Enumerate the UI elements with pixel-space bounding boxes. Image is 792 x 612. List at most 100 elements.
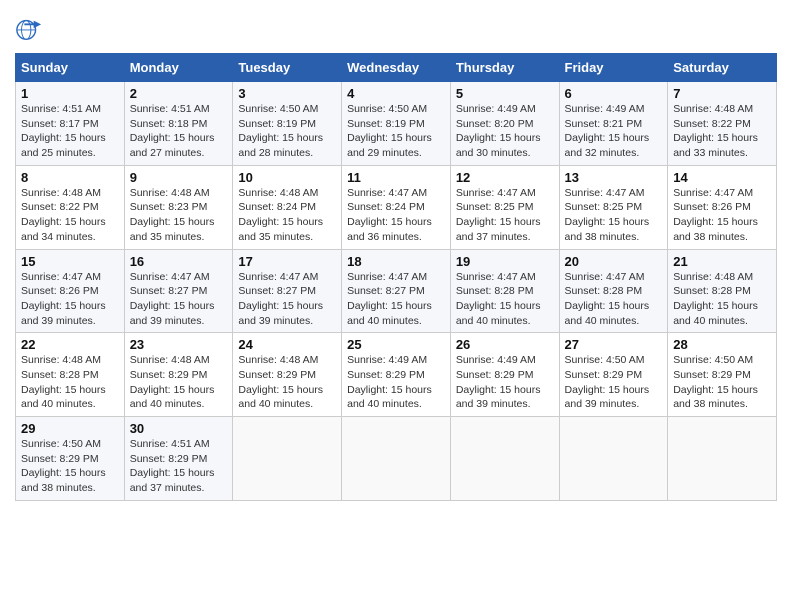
day-number: 28 (673, 337, 771, 352)
day-info: Sunrise: 4:50 AMSunset: 8:29 PMDaylight:… (565, 354, 650, 410)
day-number: 14 (673, 170, 771, 185)
calendar-cell: 18 Sunrise: 4:47 AMSunset: 8:27 PMDaylig… (342, 249, 451, 333)
day-number: 24 (238, 337, 336, 352)
calendar-cell: 24 Sunrise: 4:48 AMSunset: 8:29 PMDaylig… (233, 333, 342, 417)
day-info: Sunrise: 4:50 AMSunset: 8:29 PMDaylight:… (21, 438, 106, 494)
day-number: 19 (456, 254, 554, 269)
day-number: 12 (456, 170, 554, 185)
day-info: Sunrise: 4:47 AMSunset: 8:25 PMDaylight:… (456, 187, 541, 243)
calendar-cell: 17 Sunrise: 4:47 AMSunset: 8:27 PMDaylig… (233, 249, 342, 333)
day-info: Sunrise: 4:49 AMSunset: 8:29 PMDaylight:… (347, 354, 432, 410)
calendar-cell: 25 Sunrise: 4:49 AMSunset: 8:29 PMDaylig… (342, 333, 451, 417)
day-info: Sunrise: 4:47 AMSunset: 8:27 PMDaylight:… (238, 271, 323, 327)
calendar-cell: 21 Sunrise: 4:48 AMSunset: 8:28 PMDaylig… (668, 249, 777, 333)
day-info: Sunrise: 4:51 AMSunset: 8:17 PMDaylight:… (21, 103, 106, 159)
day-info: Sunrise: 4:48 AMSunset: 8:24 PMDaylight:… (238, 187, 323, 243)
calendar-cell (233, 417, 342, 501)
calendar-cell: 7 Sunrise: 4:48 AMSunset: 8:22 PMDayligh… (668, 82, 777, 166)
calendar-cell: 3 Sunrise: 4:50 AMSunset: 8:19 PMDayligh… (233, 82, 342, 166)
calendar-week-1: 1 Sunrise: 4:51 AMSunset: 8:17 PMDayligh… (16, 82, 777, 166)
day-number: 15 (21, 254, 119, 269)
day-info: Sunrise: 4:51 AMSunset: 8:29 PMDaylight:… (130, 438, 215, 494)
day-number: 22 (21, 337, 119, 352)
day-info: Sunrise: 4:48 AMSunset: 8:22 PMDaylight:… (673, 103, 758, 159)
calendar-cell: 23 Sunrise: 4:48 AMSunset: 8:29 PMDaylig… (124, 333, 233, 417)
day-info: Sunrise: 4:48 AMSunset: 8:28 PMDaylight:… (21, 354, 106, 410)
header-row: SundayMondayTuesdayWednesdayThursdayFrid… (16, 54, 777, 82)
day-info: Sunrise: 4:50 AMSunset: 8:19 PMDaylight:… (238, 103, 323, 159)
calendar-week-5: 29 Sunrise: 4:50 AMSunset: 8:29 PMDaylig… (16, 417, 777, 501)
day-number: 8 (21, 170, 119, 185)
calendar-cell: 22 Sunrise: 4:48 AMSunset: 8:28 PMDaylig… (16, 333, 125, 417)
calendar-cell: 13 Sunrise: 4:47 AMSunset: 8:25 PMDaylig… (559, 165, 668, 249)
day-number: 21 (673, 254, 771, 269)
day-info: Sunrise: 4:48 AMSunset: 8:23 PMDaylight:… (130, 187, 215, 243)
logo-icon (15, 15, 43, 43)
calendar-cell: 30 Sunrise: 4:51 AMSunset: 8:29 PMDaylig… (124, 417, 233, 501)
calendar-cell: 27 Sunrise: 4:50 AMSunset: 8:29 PMDaylig… (559, 333, 668, 417)
day-number: 3 (238, 86, 336, 101)
day-number: 30 (130, 421, 228, 436)
day-info: Sunrise: 4:50 AMSunset: 8:29 PMDaylight:… (673, 354, 758, 410)
calendar-cell: 11 Sunrise: 4:47 AMSunset: 8:24 PMDaylig… (342, 165, 451, 249)
calendar-week-3: 15 Sunrise: 4:47 AMSunset: 8:26 PMDaylig… (16, 249, 777, 333)
day-info: Sunrise: 4:48 AMSunset: 8:29 PMDaylight:… (238, 354, 323, 410)
calendar-cell: 26 Sunrise: 4:49 AMSunset: 8:29 PMDaylig… (450, 333, 559, 417)
day-number: 13 (565, 170, 663, 185)
day-number: 11 (347, 170, 445, 185)
calendar-week-4: 22 Sunrise: 4:48 AMSunset: 8:28 PMDaylig… (16, 333, 777, 417)
day-info: Sunrise: 4:51 AMSunset: 8:18 PMDaylight:… (130, 103, 215, 159)
calendar-cell: 12 Sunrise: 4:47 AMSunset: 8:25 PMDaylig… (450, 165, 559, 249)
calendar-cell: 29 Sunrise: 4:50 AMSunset: 8:29 PMDaylig… (16, 417, 125, 501)
calendar-cell (559, 417, 668, 501)
calendar-cell: 28 Sunrise: 4:50 AMSunset: 8:29 PMDaylig… (668, 333, 777, 417)
calendar-cell (668, 417, 777, 501)
day-info: Sunrise: 4:47 AMSunset: 8:27 PMDaylight:… (130, 271, 215, 327)
day-number: 27 (565, 337, 663, 352)
calendar-week-2: 8 Sunrise: 4:48 AMSunset: 8:22 PMDayligh… (16, 165, 777, 249)
day-number: 20 (565, 254, 663, 269)
calendar-cell: 16 Sunrise: 4:47 AMSunset: 8:27 PMDaylig… (124, 249, 233, 333)
day-number: 9 (130, 170, 228, 185)
day-info: Sunrise: 4:50 AMSunset: 8:19 PMDaylight:… (347, 103, 432, 159)
day-info: Sunrise: 4:47 AMSunset: 8:26 PMDaylight:… (673, 187, 758, 243)
day-info: Sunrise: 4:47 AMSunset: 8:28 PMDaylight:… (456, 271, 541, 327)
day-number: 5 (456, 86, 554, 101)
day-number: 26 (456, 337, 554, 352)
calendar-cell: 9 Sunrise: 4:48 AMSunset: 8:23 PMDayligh… (124, 165, 233, 249)
day-info: Sunrise: 4:47 AMSunset: 8:24 PMDaylight:… (347, 187, 432, 243)
calendar-cell: 20 Sunrise: 4:47 AMSunset: 8:28 PMDaylig… (559, 249, 668, 333)
header-cell-thursday: Thursday (450, 54, 559, 82)
day-number: 6 (565, 86, 663, 101)
calendar-cell: 10 Sunrise: 4:48 AMSunset: 8:24 PMDaylig… (233, 165, 342, 249)
header-cell-wednesday: Wednesday (342, 54, 451, 82)
calendar-cell: 19 Sunrise: 4:47 AMSunset: 8:28 PMDaylig… (450, 249, 559, 333)
day-info: Sunrise: 4:49 AMSunset: 8:21 PMDaylight:… (565, 103, 650, 159)
day-number: 4 (347, 86, 445, 101)
calendar-cell: 2 Sunrise: 4:51 AMSunset: 8:18 PMDayligh… (124, 82, 233, 166)
header-cell-sunday: Sunday (16, 54, 125, 82)
day-number: 10 (238, 170, 336, 185)
day-info: Sunrise: 4:47 AMSunset: 8:25 PMDaylight:… (565, 187, 650, 243)
calendar-cell (342, 417, 451, 501)
day-number: 17 (238, 254, 336, 269)
page-header (15, 15, 777, 43)
calendar-cell: 5 Sunrise: 4:49 AMSunset: 8:20 PMDayligh… (450, 82, 559, 166)
calendar-cell: 6 Sunrise: 4:49 AMSunset: 8:21 PMDayligh… (559, 82, 668, 166)
day-number: 16 (130, 254, 228, 269)
calendar-cell: 1 Sunrise: 4:51 AMSunset: 8:17 PMDayligh… (16, 82, 125, 166)
calendar-cell: 14 Sunrise: 4:47 AMSunset: 8:26 PMDaylig… (668, 165, 777, 249)
day-number: 7 (673, 86, 771, 101)
calendar-cell (450, 417, 559, 501)
logo (15, 15, 47, 43)
calendar-cell: 4 Sunrise: 4:50 AMSunset: 8:19 PMDayligh… (342, 82, 451, 166)
day-info: Sunrise: 4:48 AMSunset: 8:22 PMDaylight:… (21, 187, 106, 243)
calendar-cell: 15 Sunrise: 4:47 AMSunset: 8:26 PMDaylig… (16, 249, 125, 333)
day-number: 29 (21, 421, 119, 436)
day-info: Sunrise: 4:47 AMSunset: 8:27 PMDaylight:… (347, 271, 432, 327)
day-info: Sunrise: 4:47 AMSunset: 8:28 PMDaylight:… (565, 271, 650, 327)
day-info: Sunrise: 4:48 AMSunset: 8:29 PMDaylight:… (130, 354, 215, 410)
calendar-cell: 8 Sunrise: 4:48 AMSunset: 8:22 PMDayligh… (16, 165, 125, 249)
day-info: Sunrise: 4:49 AMSunset: 8:20 PMDaylight:… (456, 103, 541, 159)
day-number: 2 (130, 86, 228, 101)
